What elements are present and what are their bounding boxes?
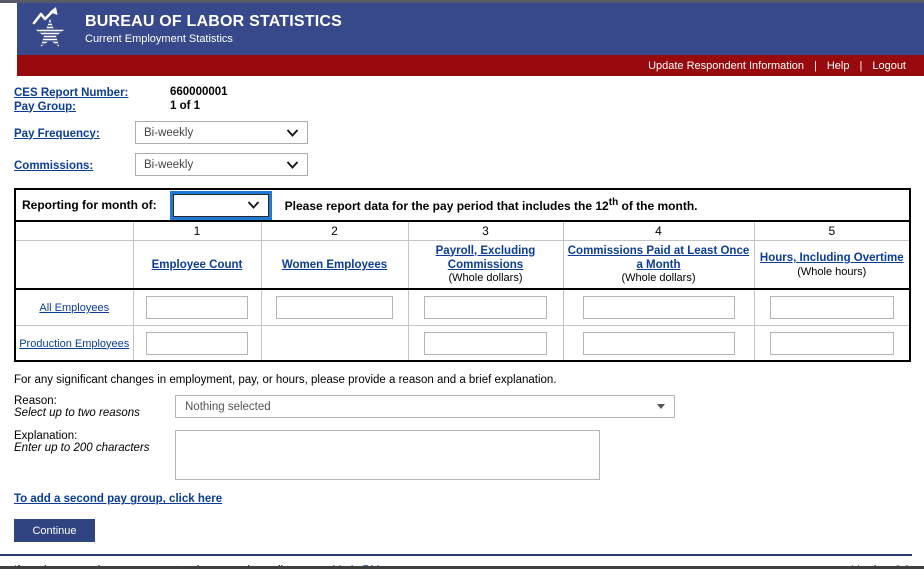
reporting-month-select[interactable] — [173, 194, 269, 217]
all-women-employees-input[interactable] — [276, 296, 393, 319]
pay-frequency-select[interactable]: Bi-weekly — [135, 121, 308, 144]
explanation-hint: Enter up to 200 characters — [14, 442, 175, 454]
all-commissions-input[interactable] — [583, 296, 735, 319]
hours-header-link[interactable]: Hours, Including Overtime — [760, 251, 904, 265]
commissions-paid-header-link[interactable]: Commissions Paid at Least Once a Month — [568, 244, 750, 273]
hours-unit: (Whole hours) — [759, 266, 906, 279]
main-content: CES Report Number: 660000001 Pay Group: … — [0, 76, 924, 542]
help-link[interactable]: Help — [827, 60, 850, 72]
production-employees-row: Production Employees — [15, 325, 910, 361]
column-number: 3 — [408, 221, 563, 240]
nav-separator: | — [859, 60, 862, 72]
pay-frequency-selected: Bi-weekly — [144, 127, 193, 139]
women-employees-header-link[interactable]: Women Employees — [282, 258, 387, 272]
page: BUREAU OF LABOR STATISTICS Current Emplo… — [0, 0, 924, 569]
column-number-row: 1 2 3 4 5 — [15, 221, 910, 240]
all-employees-count-input[interactable] — [146, 296, 248, 319]
bls-banner: BUREAU OF LABOR STATISTICS Current Emplo… — [17, 3, 924, 55]
chevron-down-icon — [247, 201, 260, 209]
add-pay-group-link[interactable]: To add a second pay group, click here — [14, 493, 222, 505]
all-employees-row: All Employees — [15, 289, 910, 325]
pay-group-value: 1 of 1 — [170, 100, 200, 112]
payroll-unit: (Whole dollars) — [413, 272, 559, 285]
ces-report-number-label[interactable]: CES Report Number: — [14, 87, 128, 99]
commissions-unit: (Whole dollars) — [568, 272, 750, 285]
corner-cell — [15, 221, 133, 240]
banner-text: BUREAU OF LABOR STATISTICS Current Emplo… — [85, 13, 342, 45]
commissions-select[interactable]: Bi-weekly — [135, 153, 308, 176]
nav-separator: | — [814, 60, 817, 72]
reason-select[interactable]: Nothing selected — [175, 395, 675, 418]
corner-cell — [15, 240, 133, 289]
explanation-textarea[interactable] — [175, 430, 600, 480]
column-number: 5 — [754, 221, 910, 240]
production-commissions-input[interactable] — [583, 332, 735, 355]
chevron-down-icon — [286, 161, 299, 169]
pay-group-label[interactable]: Pay Group: — [14, 101, 76, 113]
report-table: Reporting for month of: Please report da… — [14, 188, 911, 362]
reason-row: Reason: Select up to two reasons Nothing… — [14, 395, 910, 419]
ces-report-number-row: CES Report Number: 660000001 — [14, 85, 910, 98]
commissions-row: Commissions: Bi-weekly — [14, 153, 910, 176]
column-number: 4 — [563, 221, 754, 240]
column-number: 2 — [261, 221, 408, 240]
payroll-header-link[interactable]: Payroll, Excluding Commissions — [413, 244, 559, 273]
reporting-month-row: Reporting for month of: Please report da… — [15, 189, 910, 221]
pay-frequency-label[interactable]: Pay Frequency: — [14, 128, 100, 140]
logout-link[interactable]: Logout — [872, 60, 906, 72]
continue-button[interactable]: Continue — [14, 519, 95, 542]
explanation-label: Explanation: — [14, 430, 175, 442]
column-number: 1 — [133, 221, 261, 240]
column-header-row: Employee Count Women Employees Payroll, … — [15, 240, 910, 289]
chevron-down-icon — [286, 129, 299, 137]
top-nav-bar: Update Respondent Information | Help | L… — [17, 55, 924, 76]
explanation-label-block: Explanation: Enter up to 200 characters — [14, 430, 175, 480]
empty-cell — [261, 325, 408, 361]
production-payroll-input[interactable] — [424, 332, 547, 355]
changes-intro: For any significant changes in employmen… — [14, 374, 910, 386]
commissions-label[interactable]: Commissions: — [14, 160, 93, 172]
update-respondent-link[interactable]: Update Respondent Information — [648, 60, 804, 72]
banner-subtitle: Current Employment Statistics — [85, 33, 342, 45]
production-employees-link[interactable]: Production Employees — [19, 337, 129, 351]
pay-frequency-row: Pay Frequency: Bi-weekly — [14, 121, 910, 144]
bls-logo-icon — [27, 6, 73, 52]
all-hours-input[interactable] — [770, 296, 894, 319]
production-employees-count-input[interactable] — [146, 332, 248, 355]
pay-group-row: Pay Group: 1 of 1 — [14, 99, 910, 112]
banner-title: BUREAU OF LABOR STATISTICS — [85, 13, 342, 31]
reason-label: Reason: — [14, 395, 175, 407]
commissions-selected: Bi-weekly — [144, 159, 193, 171]
employee-count-header-link[interactable]: Employee Count — [152, 258, 243, 272]
reason-hint: Select up to two reasons — [14, 407, 175, 419]
reporting-note: Please report data for the pay period th… — [285, 197, 698, 213]
production-hours-input[interactable] — [770, 332, 894, 355]
all-payroll-input[interactable] — [424, 296, 547, 319]
caret-down-icon — [657, 404, 665, 409]
ces-report-number-value: 660000001 — [170, 86, 228, 98]
explanation-row: Explanation: Enter up to 200 characters — [14, 430, 910, 480]
reason-label-block: Reason: Select up to two reasons — [14, 395, 175, 419]
reporting-month-label: Reporting for month of: — [22, 198, 157, 212]
reason-selected: Nothing selected — [185, 401, 271, 413]
all-employees-link[interactable]: All Employees — [39, 301, 109, 315]
